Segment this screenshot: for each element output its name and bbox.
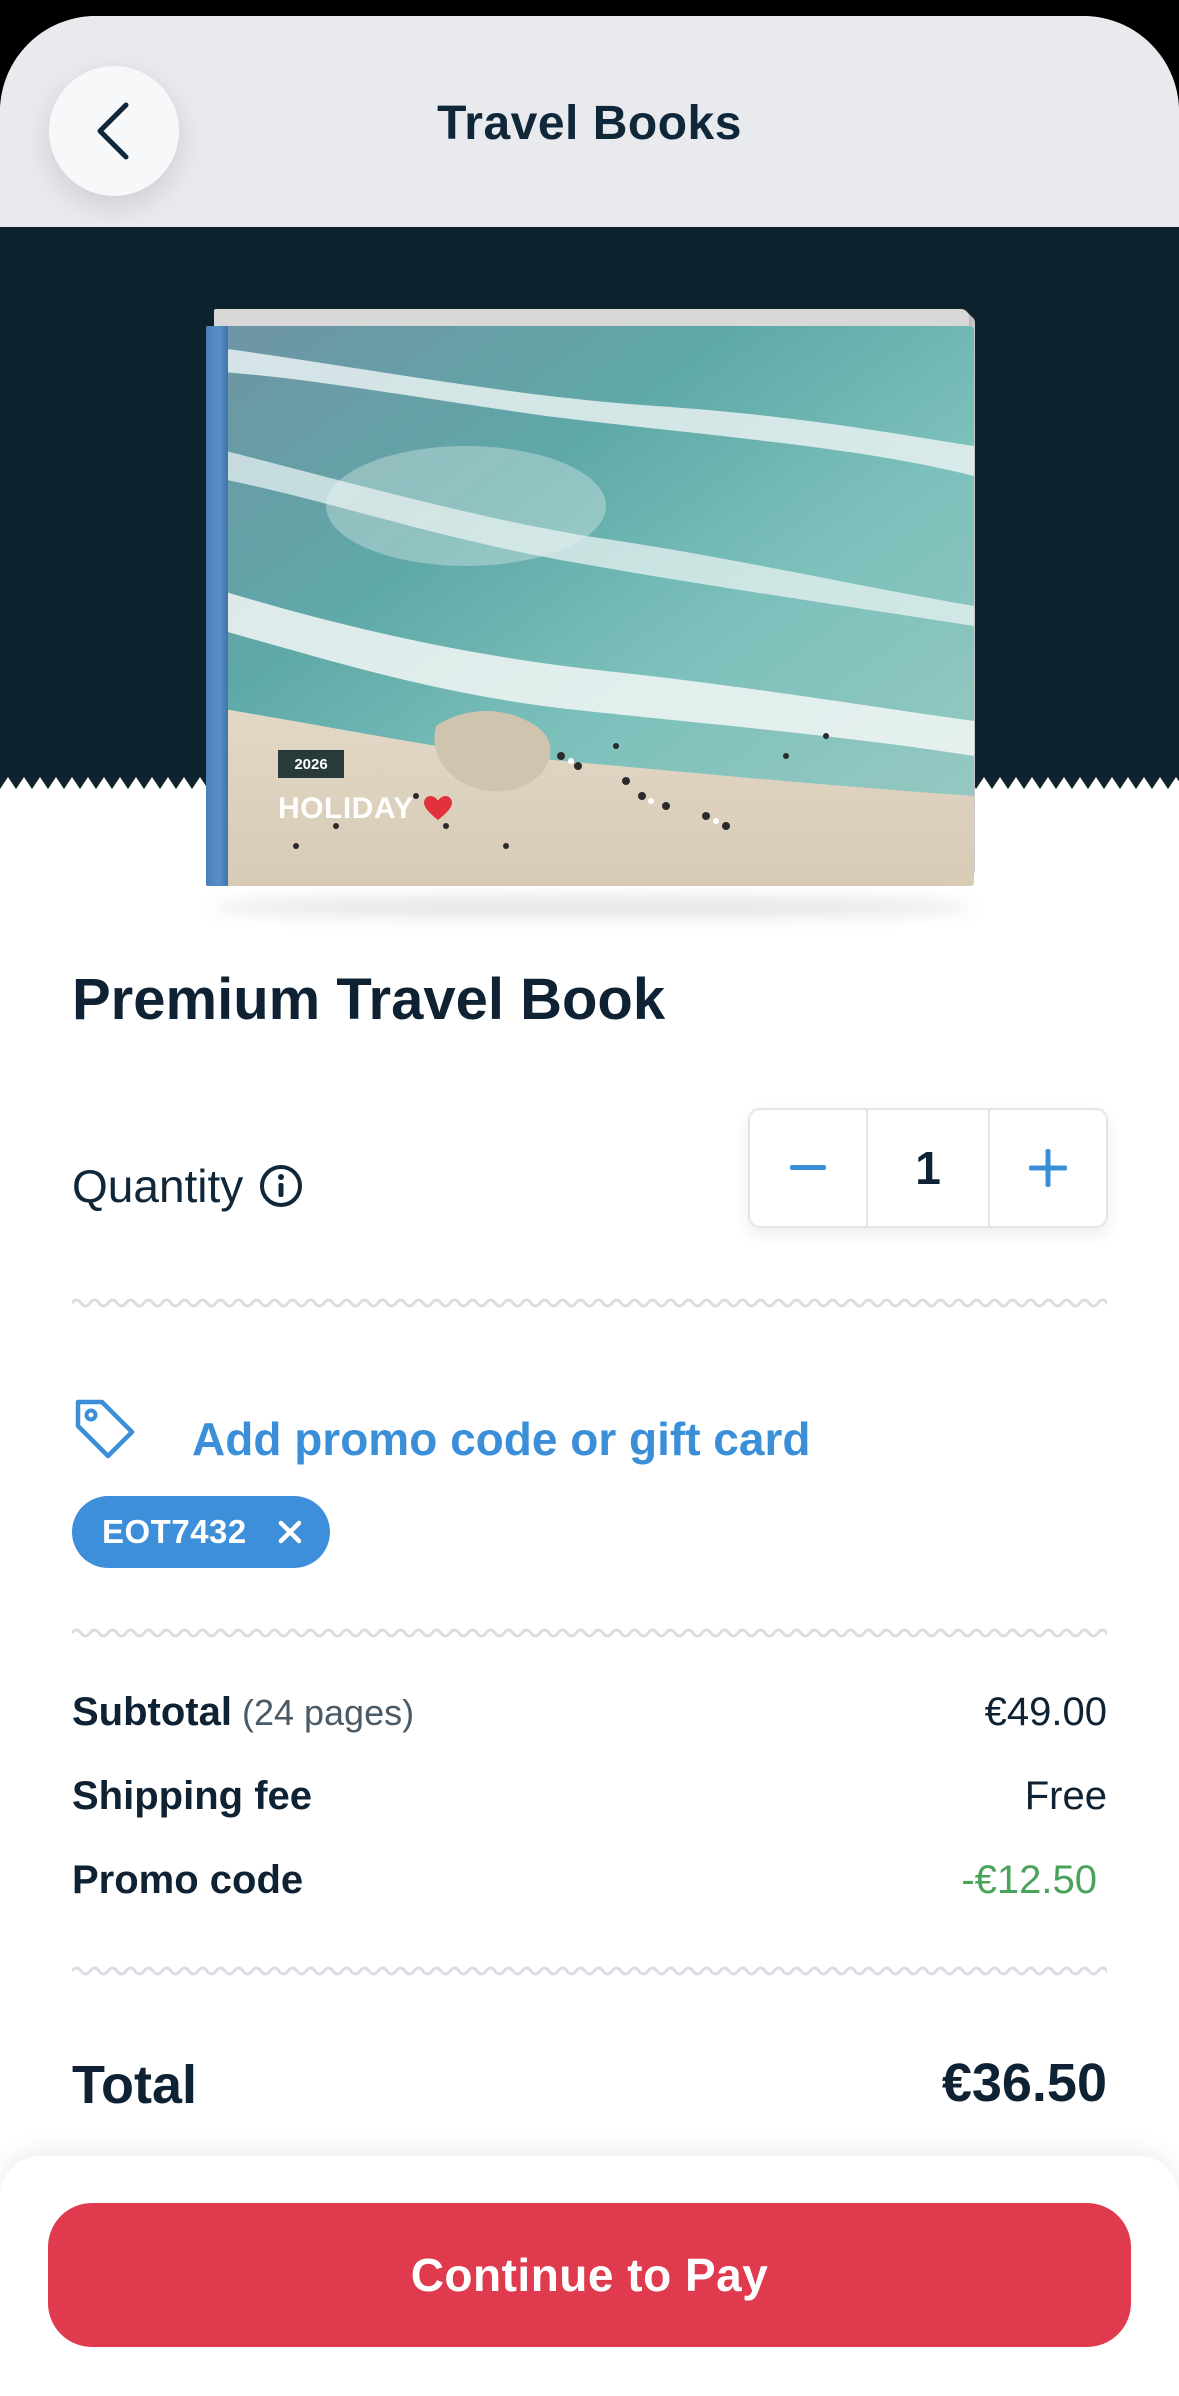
plus-icon [1029, 1149, 1067, 1187]
divider-wavy [72, 1628, 1107, 1638]
total-value: €36.50 [941, 2053, 1107, 2113]
quantity-stepper: 1 [748, 1108, 1108, 1228]
book-cover-title-text: HOLIDAY [278, 792, 414, 825]
heart-icon [423, 796, 452, 820]
header-bar: Travel Books [0, 16, 1179, 227]
decrement-button[interactable] [750, 1110, 866, 1226]
subtotal-value: €49.00 [984, 1690, 1107, 1734]
quantity-label: Quantity [72, 1160, 244, 1212]
book-shadow [212, 896, 972, 918]
close-icon[interactable] [276, 1518, 304, 1546]
page-title: Travel Books [437, 97, 742, 150]
subtotal-label-text: Subtotal [72, 1690, 232, 1734]
book-cover: 2026 HOLIDAY [206, 326, 974, 886]
checkout-sheet: Travel Books 2026 HOLIDAY Premium Travel… [0, 16, 1179, 2396]
shipping-label: Shipping fee [72, 1774, 312, 1818]
shipping-value: Free [1024, 1774, 1107, 1818]
quantity-row: Quantity [72, 1159, 303, 1213]
subtotal-label: Subtotal (24 pages) [72, 1690, 414, 1735]
tag-icon [75, 1399, 135, 1459]
applied-promo-code: EOT7432 [102, 1513, 247, 1550]
add-promo-link[interactable]: Add promo code or gift card [192, 1412, 810, 1466]
divider-wavy [72, 1966, 1107, 1976]
subtotal-note: (24 pages) [241, 1692, 415, 1733]
info-icon[interactable] [259, 1164, 303, 1208]
total-label: Total [72, 2055, 197, 2115]
applied-promo-chip: EOT7432 [72, 1496, 330, 1568]
divider-wavy [72, 1298, 1107, 1308]
promo-row [72, 1396, 136, 1460]
book-cover-title: HOLIDAY [278, 792, 452, 826]
product-title: Premium Travel Book [72, 967, 666, 1032]
book-year-tag: 2026 [278, 750, 344, 778]
promo-code-label: Promo code [72, 1858, 304, 1902]
continue-to-pay-button[interactable]: Continue to Pay [48, 2203, 1131, 2347]
quantity-value: 1 [866, 1110, 990, 1226]
book-spine [206, 326, 228, 886]
minus-icon [790, 1165, 826, 1170]
increment-button[interactable] [990, 1110, 1106, 1226]
promo-discount-value: -€12.50 [961, 1858, 1097, 1902]
